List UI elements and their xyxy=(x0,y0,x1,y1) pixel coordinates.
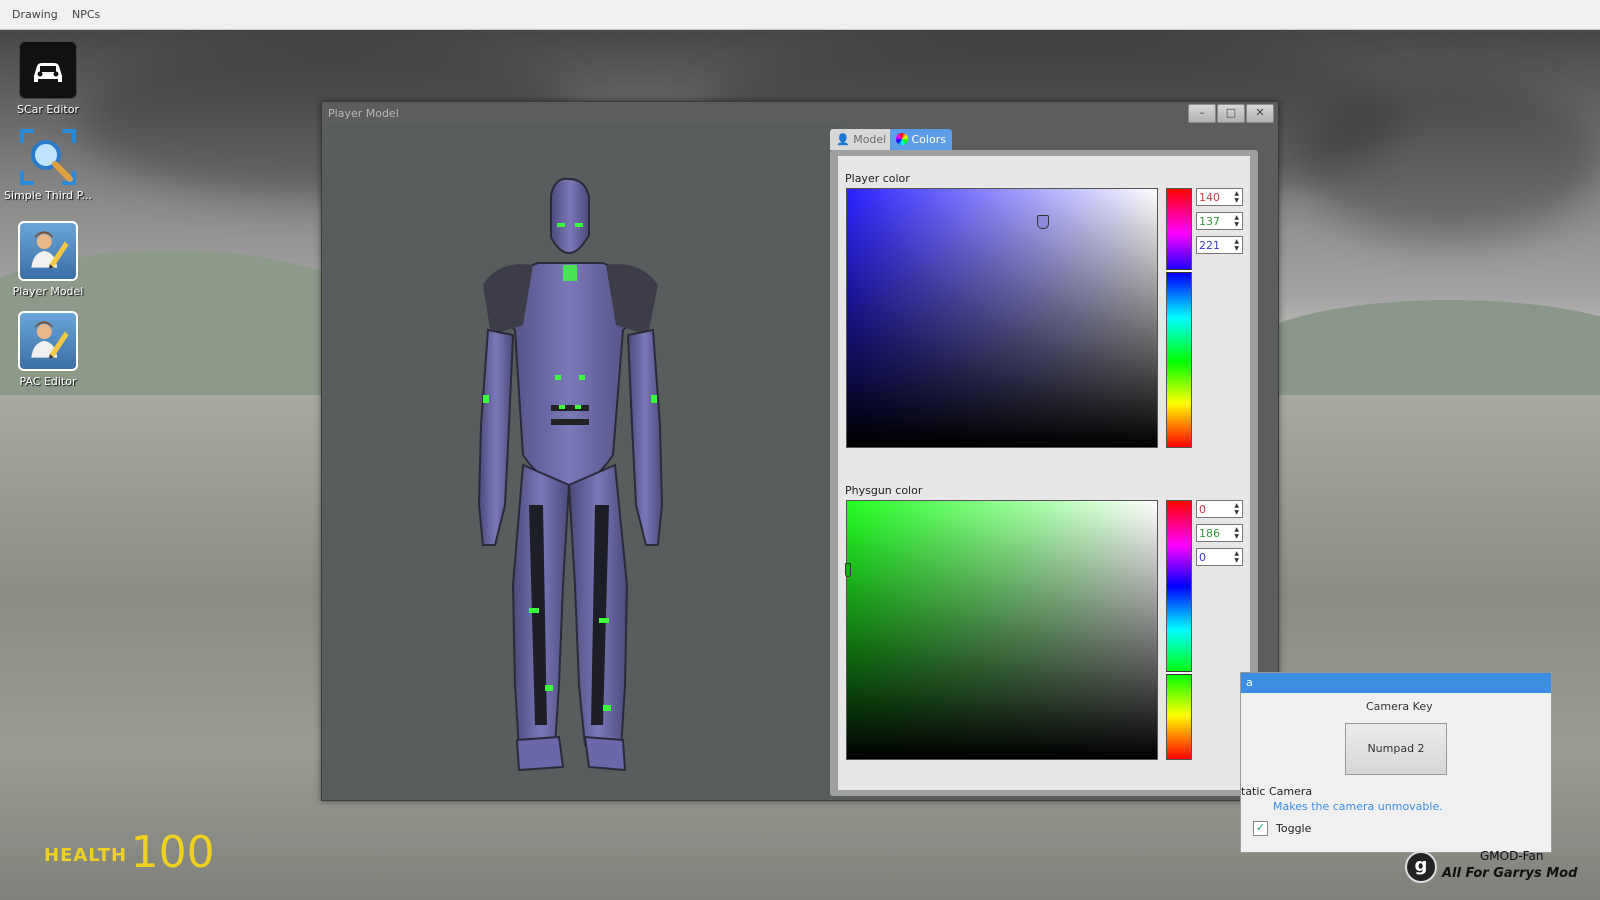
model-icon: 👤 xyxy=(836,133,850,146)
g-value: 186 xyxy=(1199,527,1220,540)
physgun-color-hue-slider[interactable] xyxy=(1166,500,1192,760)
player-edit-icon xyxy=(18,311,78,371)
static-camera-description: Makes the camera unmovable. xyxy=(1273,800,1443,813)
player-color-hue-slider[interactable] xyxy=(1166,188,1192,448)
maximize-button[interactable]: □ xyxy=(1217,104,1245,123)
tab-model-label: Model xyxy=(853,133,887,146)
watermark-line2: All For Garrys Mod xyxy=(1442,866,1578,881)
top-menubar: Drawing NPCs xyxy=(0,0,1600,30)
b-value: 221 xyxy=(1199,239,1220,252)
b-value: 0 xyxy=(1199,551,1206,564)
color-wheel-icon xyxy=(896,133,908,145)
spinner-arrows-icon[interactable]: ▲ ▼ xyxy=(1234,238,1239,252)
physgun-color-sv-picker[interactable] xyxy=(845,500,1158,760)
watermark-logo: g xyxy=(1405,851,1437,883)
camera-settings-panel: a Camera Key Numpad 2 tatic Camera Makes… xyxy=(1240,672,1552,853)
watermark-line1: GMOD-Fan xyxy=(1480,849,1544,863)
physgun-color-r-input[interactable]: 0 ▲ ▼ xyxy=(1196,500,1243,518)
player-model-window: Player Model – □ ✕ 👤 Model Colors Player… xyxy=(321,101,1279,801)
close-button[interactable]: ✕ xyxy=(1246,104,1274,123)
desktop-icon-label: Simple Third P... xyxy=(3,189,93,202)
minimize-button[interactable]: – xyxy=(1188,104,1216,123)
physgun-color-g-input[interactable]: 186 ▲ ▼ xyxy=(1196,524,1243,542)
player-color-b-input[interactable]: 221 ▲ ▼ xyxy=(1196,236,1243,254)
desktop-icon-label: SCar Editor xyxy=(17,103,79,116)
player-color-g-input[interactable]: 137 ▲ ▼ xyxy=(1196,212,1243,230)
desktop-icon-label: PAC Editor xyxy=(19,375,77,388)
camera-key-label: Camera Key xyxy=(1366,700,1433,713)
spinner-arrows-icon[interactable]: ▲ ▼ xyxy=(1234,214,1239,228)
desktop-icon-player-model[interactable]: Player Model xyxy=(0,221,96,298)
player-edit-icon xyxy=(18,221,78,281)
tab-colors-label: Colors xyxy=(911,133,946,146)
g-value: 137 xyxy=(1199,215,1220,228)
health-label: HEALTH xyxy=(44,845,128,866)
static-camera-title: tatic Camera xyxy=(1241,785,1313,798)
desktop-icon-label: Player Model xyxy=(12,285,84,298)
physgun-color-picker-handle[interactable] xyxy=(845,563,851,577)
camera-key-button[interactable]: Numpad 2 xyxy=(1345,723,1447,775)
hue-slider-handle[interactable] xyxy=(1166,269,1192,273)
desktop-icon-scar-editor[interactable]: SCar Editor xyxy=(0,41,96,116)
toggle-label: Toggle xyxy=(1276,822,1312,835)
r-value: 140 xyxy=(1199,191,1220,204)
health-value: 100 xyxy=(130,827,215,878)
hue-slider-handle[interactable] xyxy=(1166,671,1192,675)
car-icon xyxy=(19,41,77,99)
desktop-icon-simple-third-person[interactable]: Simple Third P... xyxy=(0,129,96,202)
r-value: 0 xyxy=(1199,503,1206,516)
player-color-r-input[interactable]: 140 ▲ ▼ xyxy=(1196,188,1243,206)
colors-panel: Player color 140 ▲ ▼ 137 ▲ ▼ 221 ▲ ▼ Physgun c… xyxy=(830,150,1258,796)
spinner-arrows-icon[interactable]: ▲ ▼ xyxy=(1234,190,1239,204)
physgun-color-b-input[interactable]: 0 ▲ ▼ xyxy=(1196,548,1243,566)
hud-health: HEALTH 100 xyxy=(44,827,215,878)
spinner-arrows-icon[interactable]: ▲ ▼ xyxy=(1234,550,1239,564)
tab-model[interactable]: 👤 Model xyxy=(830,129,893,150)
menu-drawing[interactable]: Drawing xyxy=(12,8,58,21)
physgun-color-label: Physgun color xyxy=(845,484,923,497)
player-color-picker-handle[interactable] xyxy=(1037,215,1049,229)
player-model-figure xyxy=(477,177,664,772)
camera-panel-header: a xyxy=(1241,673,1551,693)
window-titlebar[interactable]: Player Model – □ ✕ xyxy=(322,102,1278,124)
colors-panel-content: Player color 140 ▲ ▼ 137 ▲ ▼ 221 ▲ ▼ Physgun c… xyxy=(838,156,1250,790)
spinner-arrows-icon[interactable]: ▲ ▼ xyxy=(1234,502,1239,516)
model-preview-viewport[interactable] xyxy=(323,125,845,799)
player-color-label: Player color xyxy=(845,172,910,185)
spinner-arrows-icon[interactable]: ▲ ▼ xyxy=(1234,526,1239,540)
window-title: Player Model xyxy=(328,107,399,120)
tab-colors[interactable]: Colors xyxy=(890,129,952,150)
toggle-checkbox[interactable]: ✓ xyxy=(1253,821,1268,836)
player-color-sv-picker[interactable] xyxy=(846,188,1158,448)
desktop-icon-pac-editor[interactable]: PAC Editor xyxy=(0,311,96,388)
magnifier-icon xyxy=(20,129,76,185)
menu-npcs[interactable]: NPCs xyxy=(72,8,100,21)
